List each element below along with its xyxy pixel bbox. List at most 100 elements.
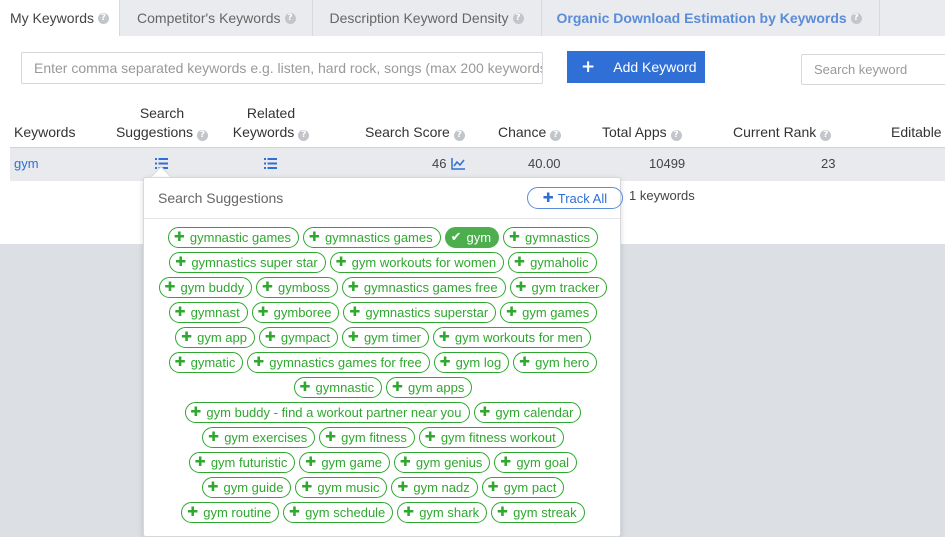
suggestion-chip[interactable]: ✚ gymnastics superstar [343,302,497,323]
suggestion-label: gym buddy [180,280,245,295]
help-icon[interactable]: ? [550,130,562,141]
suggestion-chip[interactable]: ✚ gym log [433,352,510,373]
suggestion-chip[interactable]: ✚ gymnastic games [167,227,300,248]
keyword-input-placeholder: Enter comma separated keywords e.g. list… [34,60,543,76]
help-icon[interactable]: ? [670,130,682,141]
suggestion-label: gym hero [535,355,590,370]
suggestion-chip[interactable]: ✚ gym timer [342,327,429,348]
header-keywords[interactable]: Keywords [14,123,75,142]
suggestion-chip[interactable]: ✚ gymnastics games for free [247,352,430,373]
suggestion-label: gymnastic [315,380,375,395]
suggestion-chip[interactable]: ✚ gymnast [168,302,248,323]
search-score-value: 46 [432,156,447,171]
plus-icon: ✚ [542,190,554,206]
popup-title: Search Suggestions [158,190,284,206]
suggestion-label: gymatic [190,355,236,370]
suggestion-chip[interactable]: ✚ gym streak [491,502,585,523]
help-icon[interactable]: ? [512,12,524,24]
suggestion-chip[interactable]: ✚ gymnastics games free [342,277,506,298]
help-icon[interactable]: ? [820,130,832,141]
header-chance[interactable]: Chance? [498,123,562,142]
keyword-input[interactable]: Enter comma separated keywords e.g. list… [21,52,543,84]
suggestion-chip[interactable]: ✚ gym workouts for men [433,327,591,348]
track-all-button[interactable]: ✚ Track All [527,187,623,209]
tab-description-keyword-density[interactable]: Description Keyword Density ? [313,0,542,36]
suggestion-chip[interactable]: ✚ gym buddy [158,277,253,298]
suggestion-chip[interactable]: ✚ gymnastics games [303,227,441,248]
suggestion-chip[interactable]: ✚ gym buddy - find a workout partner near… [184,402,470,423]
header-editable[interactable]: Editable [891,123,942,142]
search-suggestions-popup: Search Suggestions ✚ Track All ✚ gymnasti… [143,177,623,537]
suggestion-chip[interactable]: ✚ gym goal [494,452,578,473]
add-keyword-label: Add Keyword [613,59,697,75]
suggestion-label: gym futuristic [210,455,288,470]
chance-value: 40.00 [528,156,561,171]
header-search-suggestions[interactable]: Search Suggestions? [114,104,210,142]
plus-icon: ✚ [424,430,436,445]
suggestion-chip[interactable]: ✚ gym schedule [283,502,394,523]
tab-my-keywords[interactable]: My Keywords ? [0,0,121,36]
plus-icon: ✚ [397,480,409,495]
search-keyword-input[interactable]: Search keyword [801,54,945,85]
trend-chart-icon[interactable] [451,157,466,170]
suggestion-chip[interactable]: ✚ gym games [500,302,598,323]
header-total-apps[interactable]: Total Apps? [602,123,682,142]
suggestion-chip[interactable]: ✚ gym calendar [473,402,582,423]
plus-icon: ✚ [299,380,311,395]
suggestion-chip[interactable]: ✚ gym hero [513,352,598,373]
suggestion-chip[interactable]: ✔ gym [444,227,500,248]
suggestion-chip[interactable]: ✚ gymnastic [293,377,383,398]
suggestion-chip[interactable]: ✚ gym routine [181,502,280,523]
suggestion-chip[interactable]: ✚ gym tracker [509,277,608,298]
suggestion-label: gym nadz [413,480,470,495]
header-search-score[interactable]: Search Score? [365,123,465,142]
suggestion-label: gym workouts for women [351,255,497,270]
tab-competitors-keywords[interactable]: Competitor's Keywords ? [120,0,313,36]
suggestion-chip[interactable]: ✚ gym game [299,452,391,473]
help-icon[interactable]: ? [284,12,296,24]
suggestion-chip[interactable]: ✚ gymatic [168,352,244,373]
suggestion-chip[interactable]: ✚ gym fitness workout [418,427,564,448]
suggestion-label: gym routine [203,505,272,520]
add-keyword-button[interactable]: + Add Keyword [567,51,705,83]
suggestion-chip[interactable]: ✚ gym nadz [391,477,478,498]
related-keywords-list-icon[interactable] [264,158,277,169]
suggestion-chip[interactable]: ✚ gympact [258,327,339,348]
suggestion-chip[interactable]: ✚ gym guide [201,477,292,498]
help-icon[interactable]: ? [850,12,862,24]
plus-icon: ✚ [194,455,206,470]
suggestion-chip[interactable]: ✚ gym futuristic [188,452,296,473]
suggestion-chip[interactable]: ✚ gym apps [386,377,473,398]
suggestion-chip[interactable]: ✚ gym fitness [319,427,415,448]
suggestion-chip[interactable]: ✚ gym exercises [202,427,316,448]
suggestion-label: gym app [197,330,247,345]
tab-organic-download-estimation[interactable]: Organic Download Estimation by Keywords … [542,0,880,36]
suggestion-chip[interactable]: ✚ gym music [295,477,388,498]
suggestion-label: gym guide [223,480,284,495]
plus-icon: ✚ [253,355,265,370]
suggestion-label: gym apps [407,380,465,395]
plus-icon: ✚ [174,355,186,370]
suggestion-label: gym pact [503,480,557,495]
suggestion-chip[interactable]: ✚ gymaholic [508,252,597,273]
suggestion-chip[interactable]: ✚ gym shark [397,502,488,523]
suggestion-chip[interactable]: ✚ gym genius [394,452,491,473]
help-icon[interactable]: ? [298,130,310,141]
suggestion-chip[interactable]: ✚ gym pact [481,477,565,498]
help-icon[interactable]: ? [197,130,209,141]
plus-icon: ✚ [257,305,269,320]
suggestion-chip[interactable]: ✚ gymboss [256,277,339,298]
help-icon[interactable]: ? [98,12,110,24]
suggestion-chip[interactable]: ✚ gymnastics [503,227,599,248]
suggestion-chip[interactable]: ✚ gymboree [251,302,340,323]
plus-icon: ✚ [400,455,411,470]
suggestion-chip[interactable]: ✚ gymnastics super star [169,252,326,273]
header-current-rank[interactable]: Current Rank? [733,123,832,142]
header-related-keywords[interactable]: Related Keywords? [230,104,312,142]
plus-icon: ✚ [439,330,450,345]
suggestion-chip[interactable]: ✚ gym app [175,327,255,348]
keyword-link[interactable]: gym [14,156,39,171]
suggestion-chip[interactable]: ✚ gym workouts for women [329,252,505,273]
help-icon[interactable]: ? [453,130,465,141]
suggestion-label: gymnast [190,305,240,320]
